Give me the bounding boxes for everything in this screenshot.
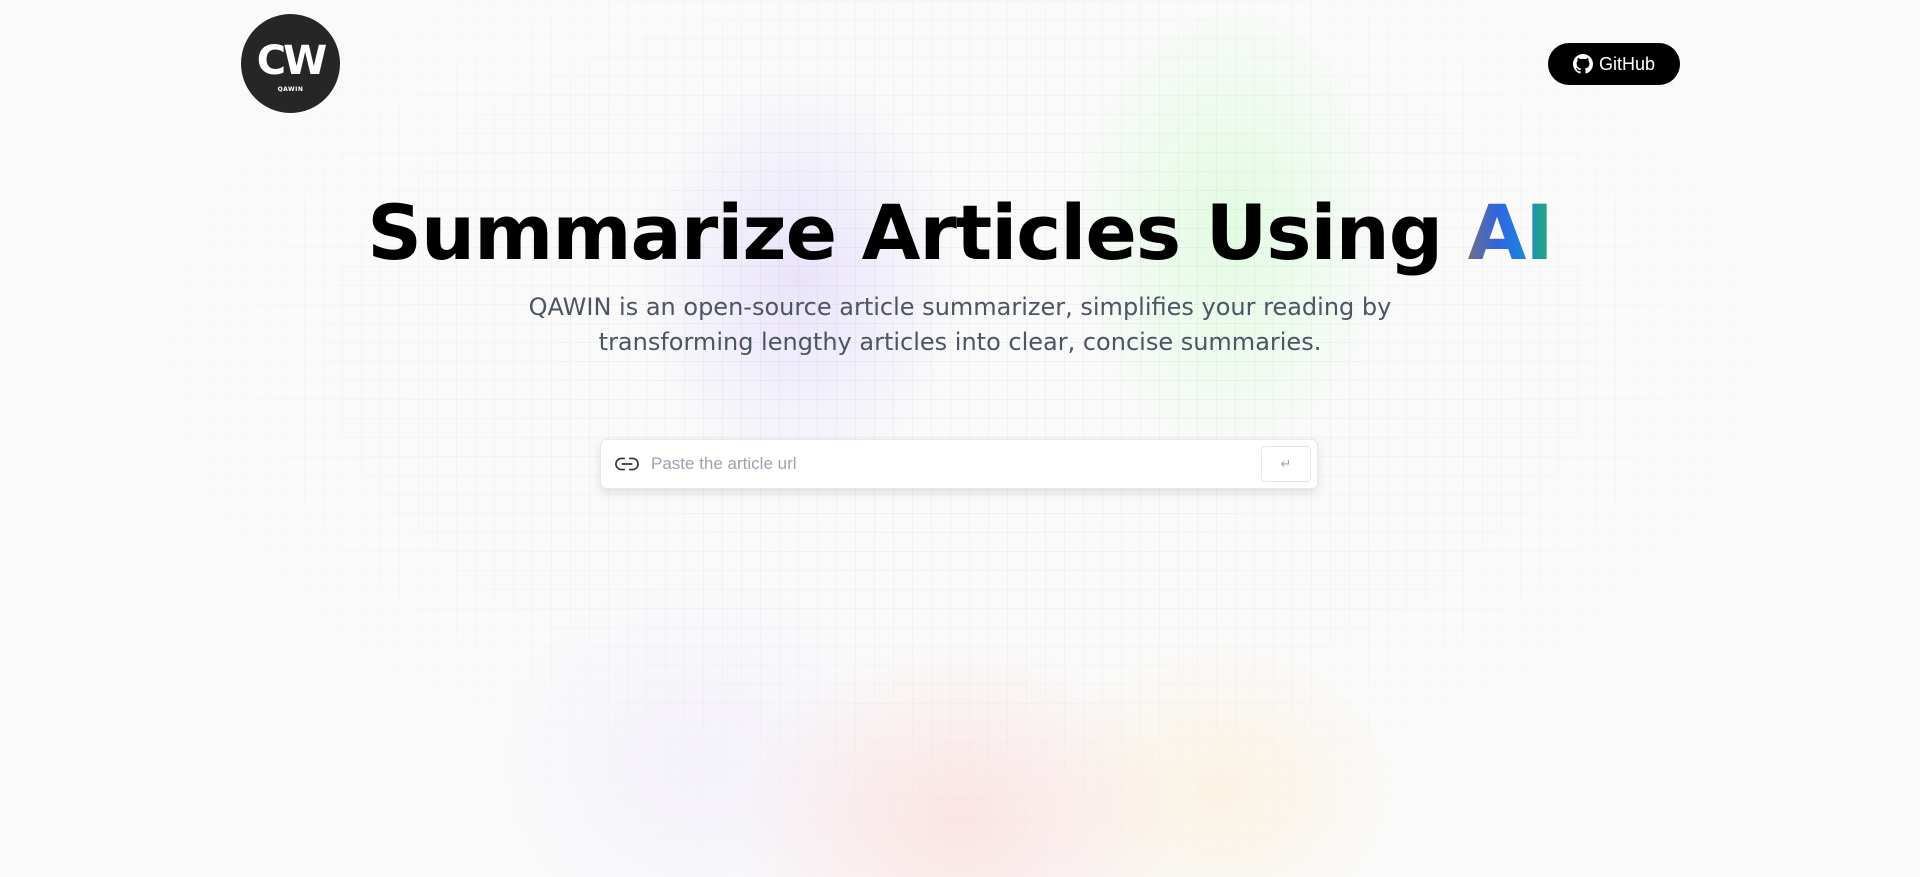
page-subtitle: QAWIN is an open-source article summariz… <box>528 293 1392 356</box>
github-button[interactable]: GitHub <box>1548 43 1680 85</box>
link-icon <box>615 453 639 475</box>
github-button-label: GitHub <box>1598 53 1656 74</box>
article-url-form: ↵ <box>600 439 1318 489</box>
github-icon <box>1572 54 1593 74</box>
qawin-logo[interactable]: CW QAWIN <box>241 14 340 113</box>
enter-icon: ↵ <box>1280 456 1292 472</box>
logo-mark: CW <box>256 37 328 84</box>
page-title: Summarize Articles Using AI <box>0 188 1920 278</box>
article-url-input[interactable] <box>651 448 1251 480</box>
submit-button[interactable]: ↵ <box>1261 446 1311 482</box>
page-title-accent: AI <box>1467 188 1554 277</box>
logo-subtext: QAWIN <box>277 85 304 93</box>
page-title-main: Summarize Articles Using <box>367 188 1468 277</box>
